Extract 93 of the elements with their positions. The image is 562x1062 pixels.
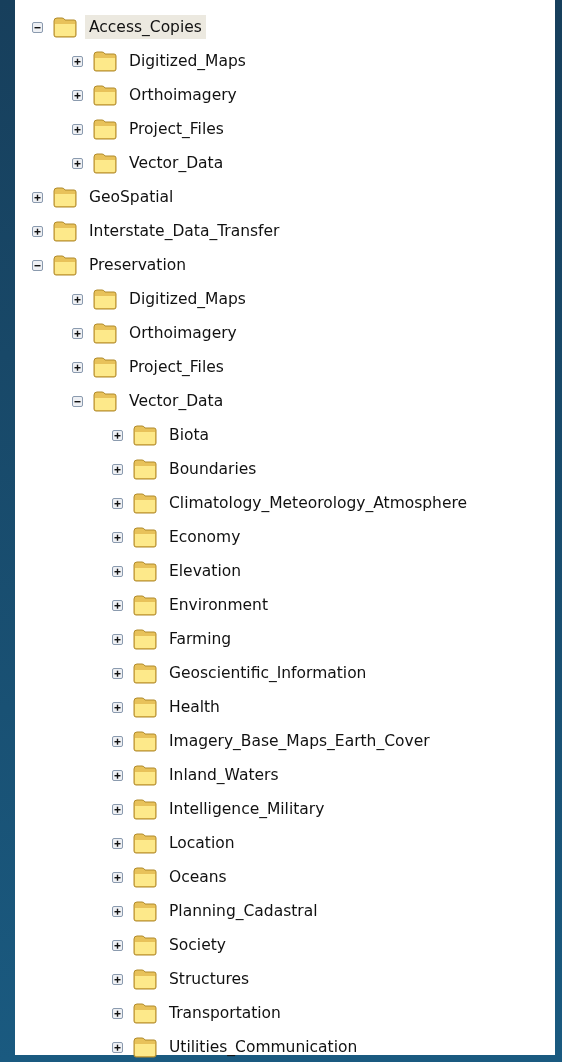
folder-icon	[52, 254, 78, 276]
expand-toggle[interactable]	[111, 734, 124, 748]
tree-item[interactable]: Location	[165, 831, 239, 855]
folder-icon	[132, 628, 158, 650]
folder-icon	[92, 84, 118, 106]
tree-item[interactable]: Economy	[165, 525, 245, 549]
expand-toggle[interactable]	[111, 904, 124, 918]
tree-item[interactable]: Preservation	[85, 253, 190, 277]
folder-icon	[132, 730, 158, 752]
tree-item[interactable]: Transportation	[165, 1001, 285, 1025]
folder-icon	[132, 492, 158, 514]
folder-icon	[132, 696, 158, 718]
expand-toggle[interactable]	[111, 462, 124, 476]
folder-icon	[132, 798, 158, 820]
tree-item[interactable]: Utilities_Communication	[165, 1035, 362, 1059]
tree-item[interactable]: Imagery_Base_Maps_Earth_Cover	[165, 729, 434, 753]
collapse-toggle[interactable]	[31, 20, 44, 34]
tree-item[interactable]: Project_Files	[125, 117, 228, 141]
tree-item[interactable]: Interstate_Data_Transfer	[85, 219, 284, 243]
tree-item[interactable]: Biota	[165, 423, 213, 447]
expand-toggle[interactable]	[111, 666, 124, 680]
tree-item[interactable]: Vector_Data	[125, 389, 228, 413]
tree-item[interactable]: Oceans	[165, 865, 231, 889]
expand-toggle[interactable]	[111, 598, 124, 612]
expand-toggle[interactable]	[111, 496, 124, 510]
folder-icon	[92, 356, 118, 378]
folder-icon	[92, 50, 118, 72]
tree-item[interactable]: Vector_Data	[125, 151, 228, 175]
tree-item[interactable]: Environment	[165, 593, 272, 617]
tree-item[interactable]: Farming	[165, 627, 236, 651]
tree-item[interactable]: Project_Files	[125, 355, 228, 379]
collapse-toggle[interactable]	[71, 394, 84, 408]
folder-icon	[92, 390, 118, 412]
expand-toggle[interactable]	[71, 292, 84, 306]
tree-item[interactable]: Planning_Cadastral	[165, 899, 322, 923]
tree-item[interactable]: Climatology_Meteorology_Atmosphere	[165, 491, 472, 515]
tree-item[interactable]: Society	[165, 933, 230, 957]
tree-item[interactable]: Boundaries	[165, 457, 261, 481]
folder-icon	[92, 152, 118, 174]
folder-icon	[92, 288, 118, 310]
folder-icon	[132, 560, 158, 582]
folder-icon	[92, 118, 118, 140]
tree-item[interactable]: GeoSpatial	[85, 185, 178, 209]
folder-icon	[132, 662, 158, 684]
expand-toggle[interactable]	[111, 428, 124, 442]
tree-item[interactable]: Geoscientific_Information	[165, 661, 371, 685]
expand-toggle[interactable]	[71, 54, 84, 68]
expand-toggle[interactable]	[31, 224, 44, 238]
tree-item[interactable]: Intelligence_Military	[165, 797, 329, 821]
expand-toggle[interactable]	[111, 972, 124, 986]
folder-icon	[132, 934, 158, 956]
tree-item[interactable]: Health	[165, 695, 224, 719]
folder-icon	[132, 594, 158, 616]
folder-icon	[92, 322, 118, 344]
folder-icon	[132, 424, 158, 446]
folder-icon	[132, 1002, 158, 1024]
expand-toggle[interactable]	[71, 88, 84, 102]
expand-toggle[interactable]	[111, 700, 124, 714]
tree-item[interactable]: Digitized_Maps	[125, 49, 250, 73]
folder-icon	[132, 764, 158, 786]
folder-icon	[132, 526, 158, 548]
tree-item[interactable]: Digitized_Maps	[125, 287, 250, 311]
folder-icon	[132, 900, 158, 922]
tree-item[interactable]: Orthoimagery	[125, 321, 241, 345]
expand-toggle[interactable]	[111, 802, 124, 816]
expand-toggle[interactable]	[111, 632, 124, 646]
expand-toggle[interactable]	[111, 564, 124, 578]
folder-icon	[132, 1036, 158, 1058]
expand-toggle[interactable]	[111, 836, 124, 850]
expand-toggle[interactable]	[111, 870, 124, 884]
expand-toggle[interactable]	[111, 1040, 124, 1054]
expand-toggle[interactable]	[111, 1006, 124, 1020]
tree-item[interactable]: Elevation	[165, 559, 245, 583]
expand-toggle[interactable]	[31, 190, 44, 204]
folder-icon	[52, 186, 78, 208]
expand-toggle[interactable]	[71, 326, 84, 340]
tree-item[interactable]: Orthoimagery	[125, 83, 241, 107]
expand-toggle[interactable]	[111, 938, 124, 952]
folder-icon	[52, 16, 78, 38]
folder-icon	[132, 832, 158, 854]
expand-toggle[interactable]	[111, 530, 124, 544]
collapse-toggle[interactable]	[31, 258, 44, 272]
expand-toggle[interactable]	[71, 360, 84, 374]
folder-icon	[52, 220, 78, 242]
expand-toggle[interactable]	[111, 768, 124, 782]
folder-icon	[132, 458, 158, 480]
tree-item[interactable]: Inland_Waters	[165, 763, 283, 787]
folder-icon	[132, 866, 158, 888]
tree-item[interactable]: Structures	[165, 967, 254, 991]
expand-toggle[interactable]	[71, 122, 84, 136]
folder-icon	[132, 968, 158, 990]
expand-toggle[interactable]	[71, 156, 84, 170]
tree-item[interactable]: Access_Copies	[85, 15, 206, 39]
